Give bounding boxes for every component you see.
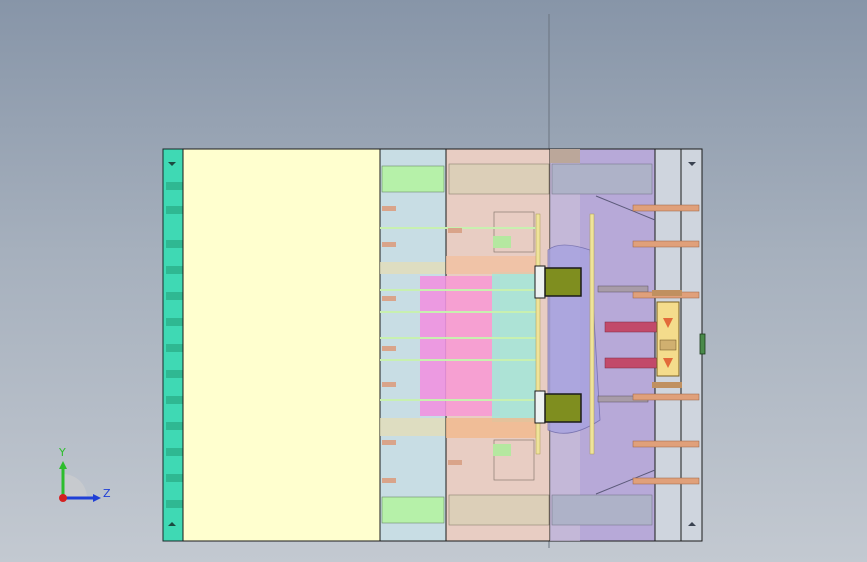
orientation-triad[interactable]: Y Z xyxy=(58,446,111,502)
slide-block-top[interactable] xyxy=(534,265,582,299)
cavity-plate[interactable] xyxy=(182,148,381,542)
knockout-rod[interactable] xyxy=(699,333,706,355)
left-clamp-plate[interactable] xyxy=(162,148,184,542)
cad-model-scene[interactable]: Y Z xyxy=(0,0,867,562)
slide-block-bottom[interactable] xyxy=(534,390,582,424)
z-axis-label: Z xyxy=(103,487,111,500)
graphics-viewport[interactable]: Y Z xyxy=(0,0,867,562)
y-axis-label: Y xyxy=(58,446,66,459)
ejector-housing[interactable] xyxy=(652,290,682,388)
